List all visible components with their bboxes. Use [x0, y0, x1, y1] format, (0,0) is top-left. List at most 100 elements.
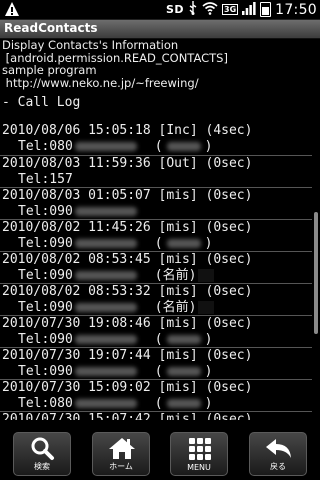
call-log-tel: Tel:090 — [18, 268, 73, 283]
contact-name-open: ( — [154, 300, 163, 315]
search-icon — [31, 437, 54, 460]
contact-name-open: ( — [154, 268, 163, 283]
call-log-datetime: 2010/07/30 19:08:46 [mis] (0sec) — [2, 316, 253, 331]
info-line: sample program — [2, 63, 97, 77]
redacted-number — [74, 335, 137, 344]
contact-name-close: ) — [204, 396, 213, 411]
home-icon — [109, 438, 135, 459]
call-log-tel-line: Tel:090 (名前) — [2, 300, 312, 316]
redaction-box — [198, 269, 215, 282]
program-info: Display Contacts's Information [android.… — [0, 38, 312, 89]
contact-name: 名前 — [162, 268, 189, 283]
call-log-entry: 2010/08/02 08:53:45 [mis] (0sec) Tel:090 (… — [0, 251, 312, 283]
app-title: ReadContacts — [4, 21, 98, 35]
call-log-entry: 2010/07/30 15:07:42 [mis] (0sec) — [0, 411, 312, 420]
main-content[interactable]: Display Contacts's Information [android.… — [0, 38, 312, 420]
call-log-datetime: 2010/08/06 15:05:18 [Inc] (4sec) — [2, 123, 253, 138]
redacted-number — [74, 239, 137, 248]
redacted-number — [74, 142, 137, 151]
call-log-datetime: 2010/07/30 19:07:44 [mis] (0sec) — [2, 348, 253, 363]
call-log-tel-line: Tel:080 () — [2, 396, 312, 412]
call-log-tel: Tel:157 — [18, 172, 73, 187]
call-log-entry: 2010/08/06 15:05:18 [Inc] (4sec) Tel:080 (… — [0, 123, 312, 155]
call-log-entry: 2010/07/30 19:07:44 [mis] (0sec) Tel:090 (… — [0, 347, 312, 379]
contact-name-open: ( — [154, 364, 163, 379]
call-log-datetime: 2010/08/02 08:53:32 [mis] (0sec) — [2, 284, 253, 299]
call-log-datetime: 2010/07/30 15:07:42 [mis] (0sec) — [2, 412, 253, 420]
contact-name — [166, 399, 201, 408]
call-log-datetime: 2010/08/03 01:05:07 [mis] (0sec) — [2, 188, 253, 203]
info-line: Display Contacts's Information — [2, 38, 179, 52]
call-log-tel: Tel:090 — [18, 236, 73, 251]
bottom-toolbar: 検索 ホーム MENU 戻る — [0, 428, 320, 480]
home-button-label: ホーム — [109, 462, 133, 471]
back-button[interactable]: 戻る — [249, 432, 307, 476]
network-3g-icon: 3G — [222, 4, 239, 15]
redacted-number — [74, 399, 137, 408]
sd-card-icon: SD — [165, 3, 184, 16]
status-time: 17:50 — [275, 1, 317, 18]
call-log-tel: Tel:090 — [18, 204, 73, 219]
search-button[interactable]: 検索 — [13, 432, 71, 476]
contact-name-open: ( — [154, 332, 163, 347]
call-log-entry: 2010/07/30 19:08:46 [mis] (0sec) Tel:090 (… — [0, 315, 312, 347]
contact-name — [166, 335, 201, 344]
contact-name-close: ) — [204, 364, 213, 379]
redacted-number — [74, 207, 137, 216]
call-log-list: 2010/08/06 15:05:18 [Inc] (4sec) Tel:080(… — [0, 123, 312, 420]
contact-name: 名前 — [162, 300, 189, 315]
wifi-icon — [202, 1, 218, 18]
call-log-datetime: 2010/08/03 11:59:36 [Out] (0sec) — [2, 156, 253, 171]
call-log-tel-line: Tel:090 () — [2, 236, 312, 252]
app-title-bar: ReadContacts — [0, 20, 320, 39]
status-bar: SD 3G 17:50 — [0, 0, 320, 20]
scrollbar[interactable] — [314, 212, 318, 334]
call-log-tel: Tel:090 — [18, 364, 73, 379]
redaction-box — [198, 301, 215, 314]
back-button-label: 戻る — [270, 462, 286, 471]
contact-name-close: ) — [204, 139, 213, 154]
info-line: http://www.neko.ne.jp/~freewing/ — [2, 75, 199, 90]
call-log-datetime: 2010/08/02 11:45:26 [mis] (0sec) — [2, 220, 253, 235]
redacted-number — [74, 271, 137, 280]
call-log-tel-line: Tel:090 — [2, 204, 312, 220]
usb-icon — [188, 1, 198, 18]
call-log-tel: Tel:080 — [18, 396, 73, 411]
menu-button[interactable]: MENU — [170, 432, 228, 476]
contact-name-open: ( — [154, 139, 163, 154]
call-log-tel-line: Tel:090 () — [2, 332, 312, 348]
menu-grid-icon — [189, 438, 211, 460]
contact-name-close: ) — [204, 236, 213, 251]
call-log-entry: 2010/07/30 15:09:02 [mis] (0sec) Tel:080 (… — [0, 379, 312, 411]
warning-icon — [4, 1, 20, 21]
back-arrow-icon — [266, 439, 291, 458]
contact-name-open: ( — [154, 236, 163, 251]
call-log-tel-line: Tel:090 (名前) — [2, 268, 312, 284]
call-log-datetime: 2010/08/02 08:53:45 [mis] (0sec) — [2, 252, 253, 267]
call-log-tel: Tel:090 — [18, 332, 73, 347]
call-log-tel: Tel:090 — [18, 300, 73, 315]
contact-name-open: ( — [154, 396, 163, 411]
call-log-heading: - Call Log — [2, 95, 81, 110]
contact-name-close: ) — [188, 268, 197, 283]
call-log-tel-line: Tel:157 — [2, 172, 312, 188]
menu-button-label: MENU — [187, 463, 211, 472]
call-log-tel-line: Tel:090 () — [2, 364, 312, 380]
call-log-entry: 2010/08/02 08:53:32 [mis] (0sec) Tel:090 (… — [0, 283, 312, 315]
call-log-tel-line: Tel:080 () — [2, 139, 312, 155]
contact-name — [166, 142, 201, 151]
call-log-entry: 2010/08/03 11:59:36 [Out] (0sec) Tel:157 — [0, 155, 312, 187]
battery-icon — [260, 2, 272, 17]
call-log-datetime: 2010/07/30 15:09:02 [mis] (0sec) — [2, 380, 253, 395]
home-button[interactable]: ホーム — [92, 432, 150, 476]
call-log-entry: 2010/08/02 11:45:26 [mis] (0sec) Tel:090 (… — [0, 219, 312, 251]
redacted-number — [74, 303, 137, 312]
contact-name — [166, 239, 201, 248]
contact-name-close: ) — [204, 332, 213, 347]
contact-name — [166, 367, 201, 376]
signal-icon — [242, 1, 256, 18]
call-log-entry: 2010/08/03 01:05:07 [mis] (0sec) Tel:090 — [0, 187, 312, 219]
search-button-label: 検索 — [34, 462, 50, 471]
call-log-tel: Tel:080 — [18, 139, 73, 154]
redacted-number — [74, 367, 137, 376]
